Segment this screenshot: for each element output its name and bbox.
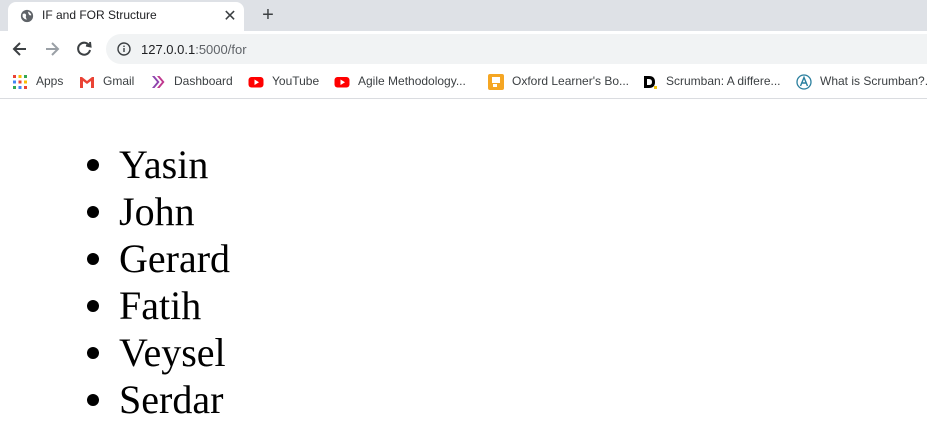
tab-strip: IF and FOR Structure ✕ +	[0, 0, 927, 31]
list-item: Fatih	[79, 282, 230, 329]
browser-toolbar: 127.0.0.1:5000/for	[0, 31, 927, 67]
names-list: Yasin John Gerard Fatih Veysel Serdar	[79, 141, 230, 423]
gmail-icon	[80, 77, 94, 88]
list-item: Yasin	[79, 141, 230, 188]
list-item-text: Gerard	[119, 236, 231, 281]
bookmark-label: YouTube	[272, 74, 320, 88]
url-text[interactable]: 127.0.0.1:5000/for	[141, 42, 247, 57]
list-item: John	[79, 188, 230, 235]
list-item: Serdar	[79, 376, 230, 423]
bookmark-label: Apps	[36, 74, 64, 88]
bookmark-label: Scrumban: A differe...	[666, 74, 781, 88]
info-icon[interactable]	[117, 42, 131, 56]
bullet-icon	[87, 347, 99, 359]
list-item-text: Yasin	[119, 142, 209, 187]
a-logo-icon	[796, 74, 812, 90]
list-item: Gerard	[79, 235, 230, 282]
address-bar[interactable]: 127.0.0.1:5000/for	[106, 34, 927, 64]
bullet-icon	[87, 159, 99, 171]
list-item-text: Serdar	[119, 377, 224, 422]
arrow-right-icon[interactable]	[42, 39, 62, 59]
close-icon[interactable]: ✕	[222, 9, 238, 25]
page-content: Yasin John Gerard Fatih Veysel Serdar	[0, 99, 927, 443]
d-logo-icon	[644, 76, 657, 89]
bullet-icon	[87, 394, 99, 406]
browser-tab[interactable]: IF and FOR Structure ✕	[8, 2, 244, 31]
youtube-icon	[248, 77, 264, 88]
list-item-text: Veysel	[119, 330, 226, 375]
arrow-left-icon[interactable]	[10, 39, 30, 59]
bullet-icon	[87, 300, 99, 312]
bookmark-label: Oxford Learner's Bo...	[512, 74, 630, 88]
dashboard-chevrons-icon	[152, 76, 165, 88]
apps-grid-icon	[13, 75, 27, 89]
bullet-icon	[87, 253, 99, 265]
youtube-icon	[334, 77, 350, 88]
list-item: Veysel	[79, 329, 230, 376]
oxford-icon	[488, 74, 504, 90]
bookmark-label: Gmail	[103, 74, 135, 88]
globe-icon	[20, 9, 34, 23]
plus-icon[interactable]: +	[257, 4, 279, 26]
bookmark-label: Agile Methodology...	[358, 74, 466, 88]
bookmarks-bar: Apps Gmail Dashboard YouTube Agile Metho…	[0, 67, 927, 99]
bookmark-label: What is Scrumban?...	[820, 74, 927, 88]
list-item-text: Fatih	[119, 283, 202, 328]
list-item-text: John	[119, 189, 195, 234]
tab-title: IF and FOR Structure	[42, 8, 157, 22]
bullet-icon	[87, 206, 99, 218]
bookmark-label: Dashboard	[174, 74, 233, 88]
reload-icon[interactable]	[74, 39, 94, 59]
url-host: 127.0.0.1	[141, 42, 196, 57]
url-path: :5000/for	[195, 42, 247, 57]
